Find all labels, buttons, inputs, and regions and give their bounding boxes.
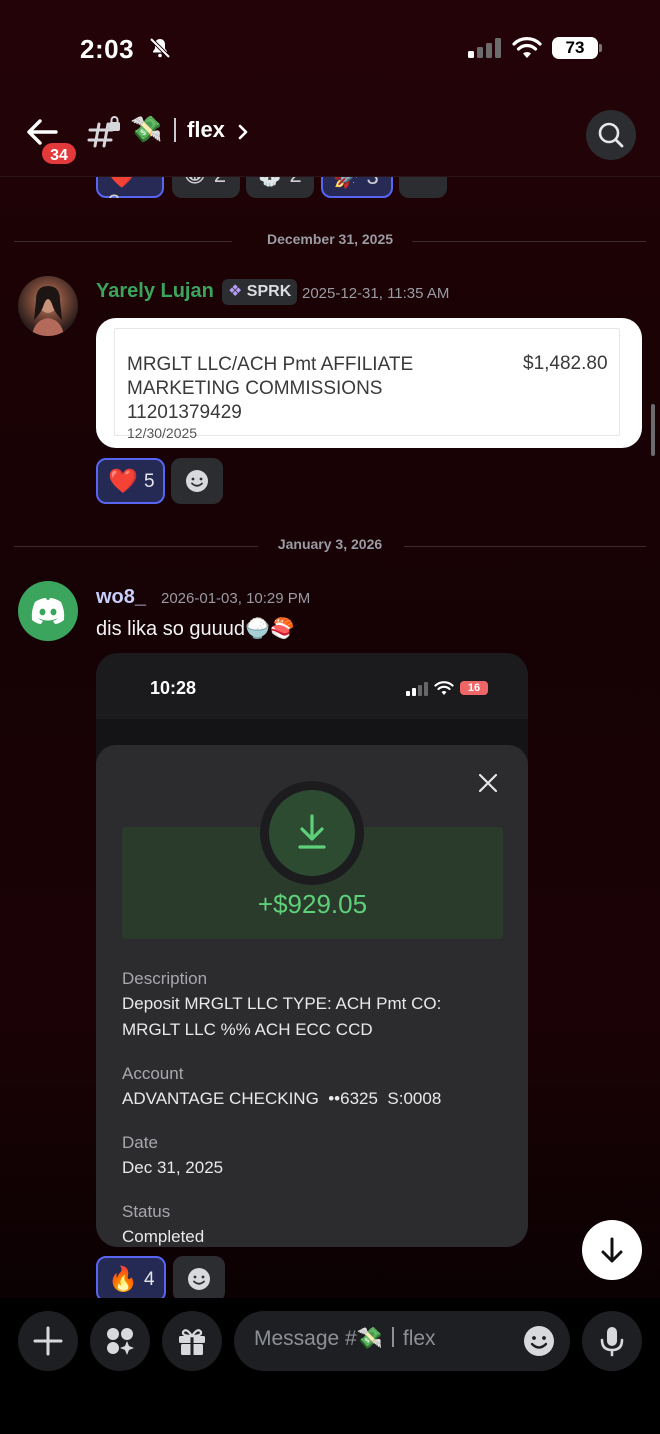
voice-message-button[interactable] bbox=[582, 1311, 642, 1371]
user-photo-icon bbox=[32, 286, 64, 336]
unread-badge: 34 bbox=[40, 141, 78, 166]
private-channel-icon bbox=[87, 116, 120, 148]
reaction-rocket[interactable]: 🚀 3 bbox=[321, 158, 393, 198]
arrow-down-icon bbox=[601, 1237, 623, 1263]
screenshot-status-time: 10:28 bbox=[150, 678, 197, 698]
microphone-icon bbox=[600, 1327, 624, 1357]
search-button[interactable] bbox=[586, 110, 636, 160]
description-label: Description bbox=[122, 969, 208, 988]
reaction-skull[interactable]: 💀 2 bbox=[246, 158, 314, 198]
server-tag-icon: ❖ bbox=[228, 283, 243, 300]
transaction-row: MRGLT LLC/ACH Pmt AFFILIATE MARKETING CO… bbox=[114, 328, 620, 441]
date-label: Date bbox=[122, 1133, 158, 1152]
avatar[interactable] bbox=[18, 276, 78, 336]
jump-to-bottom-button[interactable] bbox=[582, 1220, 642, 1280]
reaction-count: 2 bbox=[289, 162, 302, 187]
cellular-signal-icon bbox=[468, 38, 501, 58]
account-label: Account bbox=[122, 1064, 184, 1083]
header-divider bbox=[0, 176, 660, 177]
wifi-icon bbox=[512, 37, 542, 58]
reaction-laugh[interactable]: 😂 2 bbox=[172, 158, 240, 198]
reaction-emoji: 🔥 bbox=[108, 1266, 138, 1293]
screenshot-signal-icon bbox=[406, 682, 428, 696]
reaction-emoji: 💀 bbox=[256, 162, 284, 187]
header-background bbox=[0, 0, 660, 177]
date-divider-label: December 31, 2025 bbox=[266, 231, 394, 247]
message-input[interactable]: Message #💸 flex bbox=[234, 1311, 570, 1371]
plus-icon bbox=[33, 1326, 63, 1356]
deposit-amount: +$929.05 bbox=[257, 889, 368, 919]
add-reaction-button[interactable] bbox=[173, 1256, 225, 1302]
reaction-count: 4 bbox=[144, 1269, 155, 1290]
reaction-count: 5 bbox=[144, 471, 155, 492]
transaction-amount: $1,482.80 bbox=[523, 353, 608, 374]
reaction-fire[interactable]: 🔥 4 bbox=[96, 1256, 166, 1302]
reaction-emoji: 😂 bbox=[182, 162, 208, 187]
status-value: Completed bbox=[122, 1227, 205, 1246]
reaction-count: 3 bbox=[108, 190, 120, 198]
date-divider: January 3, 2026 bbox=[14, 536, 646, 556]
status-time: 2:03 bbox=[80, 34, 135, 64]
battery-tip bbox=[599, 44, 602, 52]
add-reaction-button[interactable] bbox=[399, 158, 447, 198]
reaction-count: 2 bbox=[213, 162, 227, 187]
date-divider: December 31, 2025 bbox=[14, 231, 646, 251]
smiley-icon bbox=[188, 1268, 210, 1290]
avatar[interactable] bbox=[18, 581, 78, 641]
transaction-description: MRGLT LLC/ACH Pmt AFFILIATE MARKETING CO… bbox=[127, 354, 414, 423]
discord-logo-icon bbox=[31, 598, 65, 624]
date-value: Dec 31, 2025 bbox=[122, 1158, 224, 1177]
attach-button[interactable] bbox=[18, 1311, 78, 1371]
add-reaction-button[interactable] bbox=[171, 458, 223, 504]
reaction-heart[interactable]: ❤️ 3 bbox=[96, 158, 164, 198]
apps-button[interactable] bbox=[90, 1311, 150, 1371]
channel-emoji: 💸 bbox=[130, 114, 163, 144]
gift-icon bbox=[179, 1329, 205, 1355]
date-divider-label: January 3, 2026 bbox=[277, 536, 383, 552]
download-badge bbox=[269, 790, 355, 876]
message-text: dis lika so guuud🍚🍣 bbox=[96, 618, 295, 640]
battery-indicator: 73 bbox=[552, 37, 598, 59]
username[interactable]: wo8_ bbox=[96, 586, 146, 609]
channel-name[interactable]: flex bbox=[187, 117, 225, 143]
image-attachment[interactable]: MRGLT LLC/ACH Pmt AFFILIATE MARKETING CO… bbox=[96, 318, 642, 448]
status-label: Status bbox=[122, 1202, 171, 1221]
scrollbar[interactable] bbox=[651, 404, 655, 456]
smiley-icon bbox=[186, 470, 208, 492]
bell-off-icon bbox=[149, 37, 171, 59]
username[interactable]: Yarely Lujan bbox=[96, 280, 214, 303]
server-tag[interactable]: ❖ SPRK bbox=[222, 279, 298, 305]
apps-icon bbox=[107, 1328, 134, 1355]
search-icon bbox=[598, 122, 624, 148]
screenshot-battery: 16 bbox=[460, 681, 488, 695]
reaction-heart[interactable]: ❤️ 5 bbox=[96, 458, 165, 504]
account-value: ADVANTAGE CHECKING ••6325 S:0008 bbox=[122, 1089, 442, 1108]
description-value: Deposit MRGLT LLC TYPE: ACH Pmt CO: MRGL… bbox=[122, 994, 442, 1039]
close-icon bbox=[478, 773, 498, 793]
server-tag-label: SPRK bbox=[246, 283, 292, 300]
screenshot-wifi-icon bbox=[434, 681, 454, 695]
message-timestamp: 2025-12-31, 11:35 AM bbox=[302, 285, 450, 302]
screenshot-attachment[interactable]: 10:28 16 +$929.05 Description Deposit MR… bbox=[96, 653, 528, 1247]
channel-separator bbox=[174, 118, 176, 142]
transaction-date: 12/30/2025 bbox=[127, 425, 198, 441]
message-timestamp: 2026-01-03, 10:29 PM bbox=[161, 590, 311, 607]
download-arrow-icon bbox=[298, 814, 326, 849]
reaction-emoji: ❤️ bbox=[108, 468, 138, 495]
message-input-placeholder: Message #💸 flex bbox=[254, 1327, 436, 1350]
previous-message-reactions: ❤️ 3 😂 2 💀 2 🚀 3 bbox=[96, 158, 496, 198]
emoji-picker-icon[interactable] bbox=[520, 1322, 558, 1360]
gift-button[interactable] bbox=[162, 1311, 222, 1371]
chevron-right-icon[interactable] bbox=[236, 123, 250, 141]
